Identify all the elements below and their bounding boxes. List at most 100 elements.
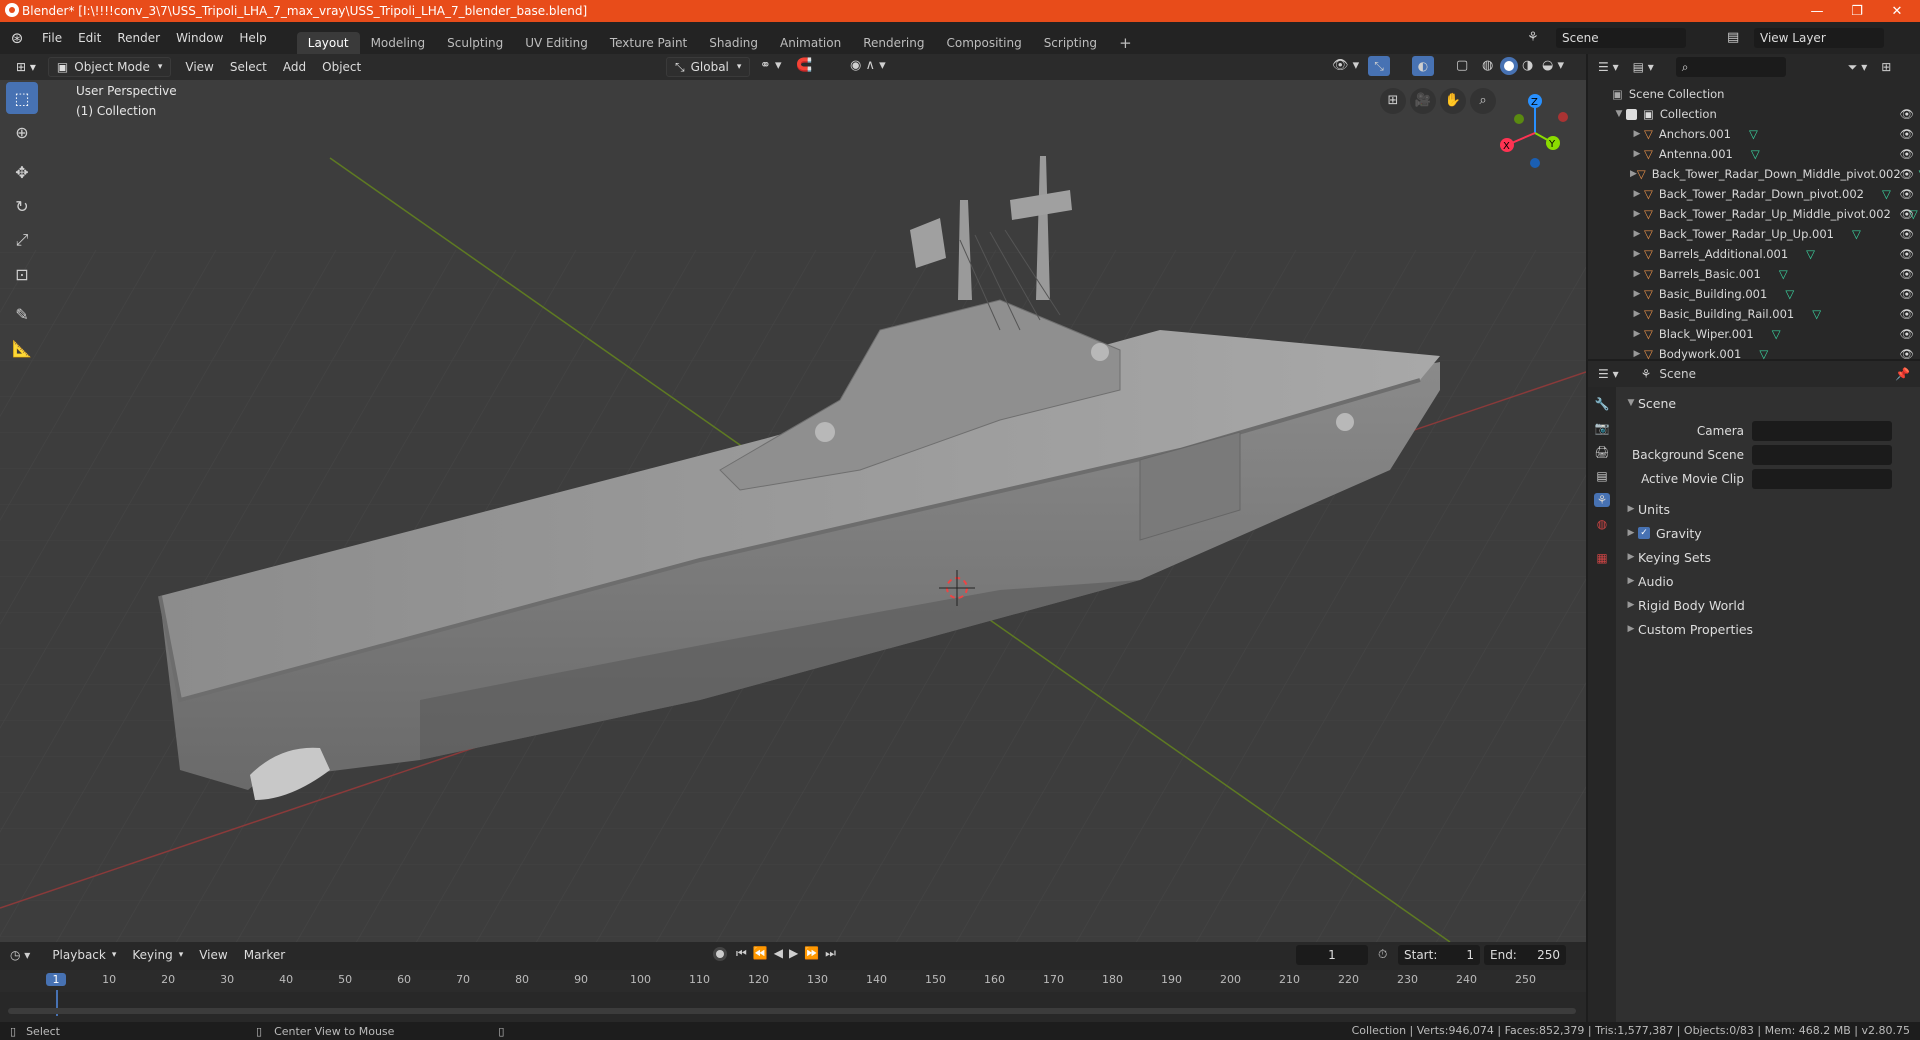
scene-tab-icon[interactable]: ⚘ (1593, 493, 1611, 507)
checkbox-icon[interactable] (1626, 108, 1637, 120)
pivot-point-icon[interactable]: ⚭ ▾ (760, 58, 782, 73)
property-input[interactable] (1752, 469, 1892, 489)
expand-triangle-icon[interactable]: ▶ (1630, 129, 1644, 139)
add-workspace-button[interactable]: + (1108, 32, 1143, 54)
outliner-item[interactable]: ▶ ▽ Black_Wiper.001 ▽ 👁 (1588, 324, 1920, 344)
current-frame-field[interactable]: 1 (1296, 945, 1368, 965)
blender-menu-icon[interactable]: ⊛ (0, 29, 34, 47)
output-tab-icon[interactable]: 🖨 (1594, 445, 1609, 459)
mode-dropdown[interactable]: ▣ Object Mode ▾ (47, 57, 172, 77)
tab-rendering[interactable]: Rendering (852, 32, 935, 54)
pan-hand-icon[interactable]: ✋ (1440, 88, 1466, 114)
pin-icon[interactable]: 📌 (1895, 367, 1910, 381)
outliner-search-input[interactable]: ⌕ (1675, 57, 1786, 77)
view-layer-selector[interactable]: View Layer (1754, 28, 1884, 48)
outliner-collection[interactable]: ▼ ▣ Collection 👁 (1588, 104, 1920, 124)
menu-window[interactable]: Window (168, 22, 231, 54)
menu-marker[interactable]: Marker (236, 945, 293, 965)
timeline-ruler[interactable]: 1 10 20 30 40 50 60 70 80 90 100 110 120 130 140 150 160… (0, 970, 1586, 1016)
tab-layout[interactable]: Layout (296, 32, 360, 54)
overlays-icon[interactable]: ◐ (1412, 56, 1434, 76)
tab-modeling[interactable]: Modeling (360, 32, 437, 54)
outliner-item[interactable]: ▶ ▽ Basic_Building_Rail.001 ▽ 👁 (1588, 304, 1920, 324)
tab-animation[interactable]: Animation (769, 32, 852, 54)
annotate-tool-icon[interactable]: ✎ (6, 298, 38, 330)
menu-object[interactable]: Object (314, 57, 369, 77)
scale-tool-icon[interactable]: ⤢ (6, 224, 38, 256)
expand-triangle-icon[interactable]: ▶ (1630, 229, 1644, 239)
eye-icon[interactable]: 👁 (1899, 267, 1914, 281)
expand-triangle-icon[interactable]: ▶ (1630, 209, 1644, 219)
toggle-camera-grid-icon[interactable]: ⊞ (1380, 88, 1406, 114)
tab-texture-paint[interactable]: Texture Paint (599, 32, 698, 54)
outliner-item[interactable]: ▶ ▽ Basic_Building.001 ▽ 👁 (1588, 284, 1920, 304)
tab-scripting[interactable]: Scripting (1033, 32, 1108, 54)
minimize-button[interactable]: — (1797, 0, 1837, 22)
outliner-item[interactable]: ▶ ▽ Back_Tower_Radar_Down_Middle_pivot.002… (1588, 164, 1920, 184)
menu-render[interactable]: Render (109, 22, 168, 54)
expand-triangle-icon[interactable]: ▶ (1630, 309, 1644, 319)
menu-help[interactable]: Help (231, 22, 274, 54)
render-tab-icon[interactable]: 📷 (1595, 421, 1610, 435)
tab-shading[interactable]: Shading (698, 32, 769, 54)
expand-triangle-icon[interactable]: ▶ (1630, 349, 1644, 359)
outliner-item[interactable]: ▶ ▽ Back_Tower_Radar_Up_Middle_pivot.002 ▽ 👁 (1588, 204, 1920, 224)
eye-icon[interactable]: 👁 (1899, 147, 1914, 161)
timeline-scrollbar[interactable] (8, 1008, 1576, 1014)
menu-file[interactable]: File (34, 22, 70, 54)
checkbox-checked-icon[interactable]: ✓ (1638, 527, 1650, 539)
zoom-icon[interactable]: ⌕ (1470, 88, 1496, 114)
editor-type-button[interactable]: ⊞ ▾ (8, 57, 44, 77)
eye-icon[interactable]: 👁 (1899, 287, 1914, 301)
tool-tab-icon[interactable]: 🔧 (1595, 397, 1610, 411)
menu-timeline-view[interactable]: View (191, 945, 235, 965)
eye-icon[interactable]: 👁 (1899, 307, 1914, 321)
shading-solid-icon[interactable] (1500, 57, 1518, 75)
collapse-triangle-icon[interactable]: ▼ (1612, 109, 1626, 119)
menu-add[interactable]: Add (275, 57, 314, 77)
eye-icon[interactable]: 👁 (1899, 227, 1914, 241)
visibility-icon[interactable]: 👁 ▾ (1332, 58, 1359, 73)
select-box-icon[interactable]: ⬚ (6, 82, 38, 114)
expand-triangle-icon[interactable]: ▶ (1630, 269, 1644, 279)
expand-triangle-icon[interactable]: ▶ (1630, 169, 1637, 179)
display-mode-icon[interactable]: ▤ ▾ (1633, 60, 1654, 74)
property-input[interactable] (1752, 445, 1892, 465)
view-layer-tab-icon[interactable]: ▤ (1596, 469, 1607, 483)
cursor-tool-icon[interactable]: ⊕ (6, 116, 38, 148)
rotate-tool-icon[interactable]: ↻ (6, 190, 38, 222)
transform-tool-icon[interactable]: ⊡ (6, 258, 38, 290)
proportional-edit-icon[interactable]: ◉ ∧ ▾ (850, 58, 886, 73)
eye-icon[interactable]: 👁 (1899, 207, 1914, 221)
new-collection-icon[interactable]: ⊞ (1881, 60, 1891, 74)
outliner-item[interactable]: ▶ ▽ Back_Tower_Radar_Down_pivot.002 ▽ 👁 (1588, 184, 1920, 204)
playback-controls[interactable]: ⏮⏪◀▶⏩⏭ (736, 946, 842, 961)
outliner-scene-collection[interactable]: ▣ Scene Collection (1588, 84, 1920, 104)
panel-section-header[interactable]: ▶ Custom Properties (1618, 617, 1918, 641)
shading-rendered-icon[interactable]: ◒ ▾ (1542, 58, 1564, 73)
outliner-item[interactable]: ▶ ▽ Back_Tower_Radar_Up_Up.001 ▽ 👁 (1588, 224, 1920, 244)
eye-icon[interactable]: 👁 (1899, 247, 1914, 261)
maximize-button[interactable]: ❐ (1837, 0, 1877, 22)
properties-editor-icon[interactable]: ☰ ▾ (1598, 367, 1619, 381)
move-tool-icon[interactable]: ✥ (6, 156, 38, 188)
panel-section-header[interactable]: ▶ Rigid Body World (1618, 593, 1918, 617)
outliner-item[interactable]: ▶ ▽ Barrels_Basic.001 ▽ 👁 (1588, 264, 1920, 284)
end-frame-field[interactable]: End: 250 (1484, 945, 1566, 965)
panel-scene-header[interactable]: ▼ Scene (1618, 391, 1918, 415)
outliner-item[interactable]: ▶ ▽ Antenna.001 ▽ 👁 (1588, 144, 1920, 164)
eye-icon[interactable]: 👁 (1899, 127, 1914, 141)
eye-icon[interactable]: 👁 (1899, 347, 1914, 361)
xray-icon[interactable]: ▢ (1456, 58, 1468, 73)
camera-view-icon[interactable]: 🎥 (1410, 88, 1436, 114)
menu-select[interactable]: Select (222, 57, 275, 77)
expand-triangle-icon[interactable]: ▶ (1630, 149, 1644, 159)
outliner-item[interactable]: ▶ ▽ Anchors.001 ▽ 👁 (1588, 124, 1920, 144)
tab-uv-editing[interactable]: UV Editing (514, 32, 599, 54)
gizmo-toggle-icon[interactable]: ⤡ (1368, 56, 1390, 76)
menu-keying[interactable]: Keying ▾ (124, 945, 191, 965)
menu-view[interactable]: View (177, 57, 221, 77)
outliner-item[interactable]: ▶ ▽ Barrels_Additional.001 ▽ 👁 (1588, 244, 1920, 264)
eye-icon[interactable]: 👁 (1899, 167, 1914, 181)
panel-section-header[interactable]: ▶ Audio (1618, 569, 1918, 593)
